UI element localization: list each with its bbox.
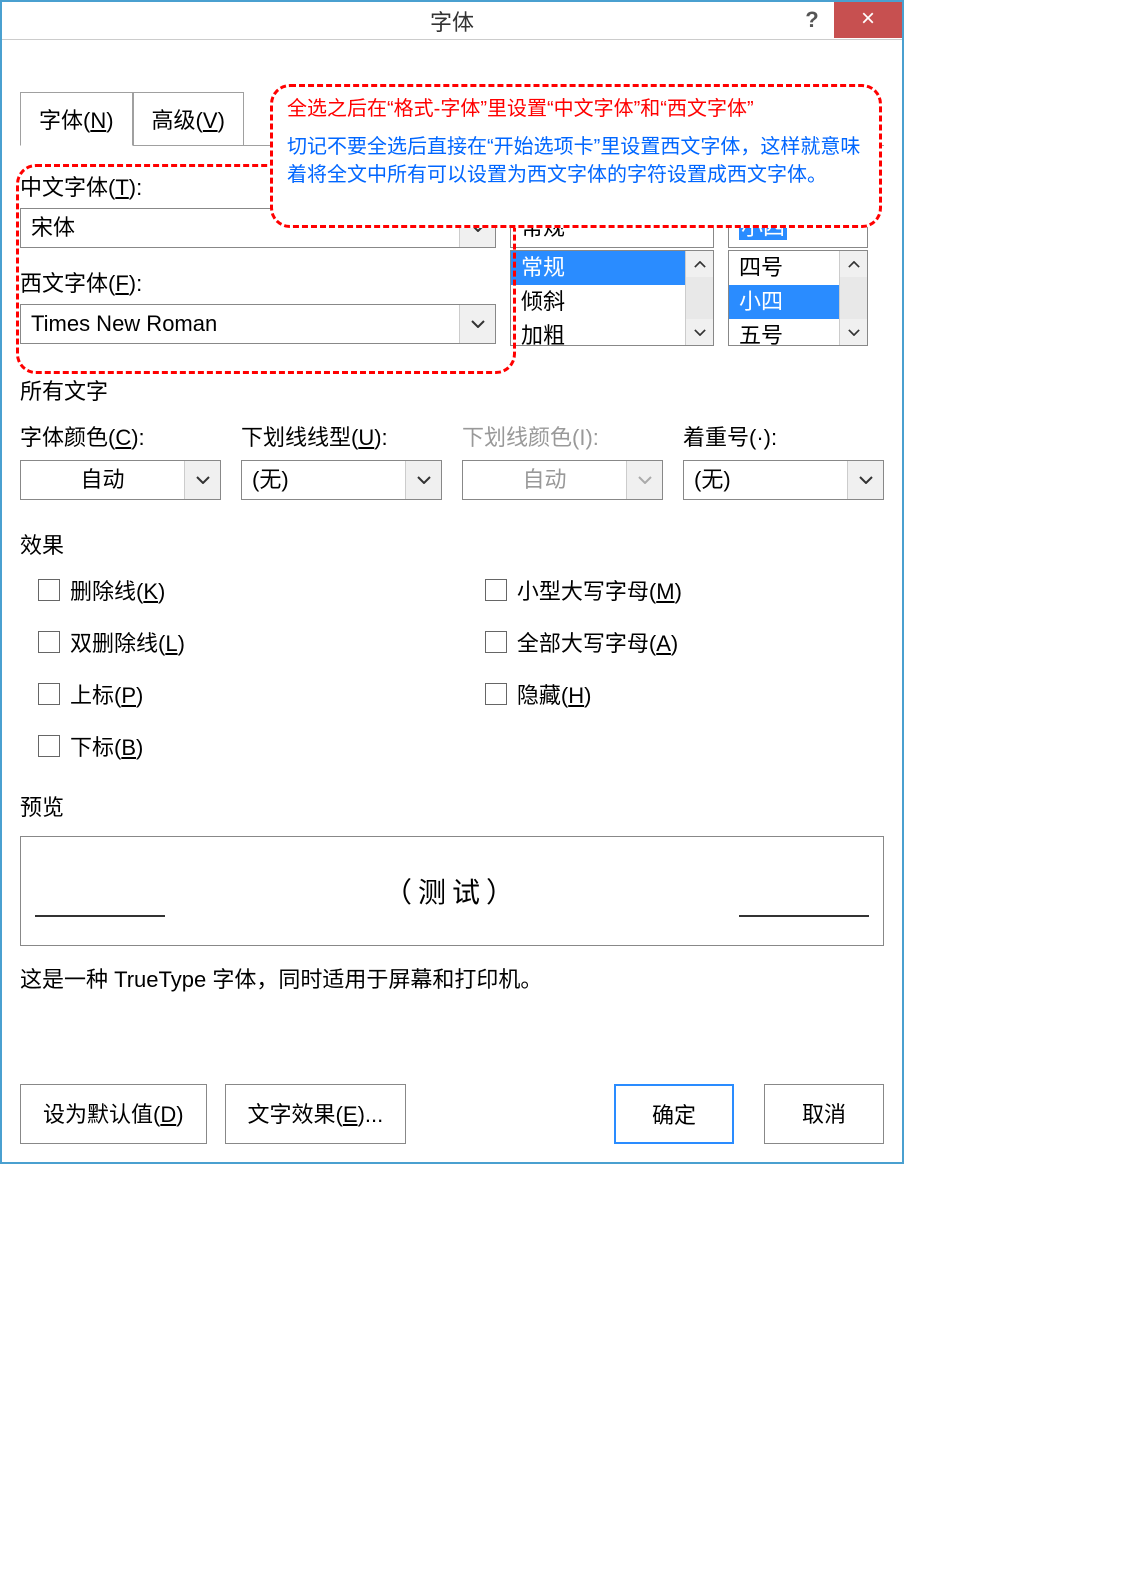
chevron-down-icon[interactable] — [184, 461, 220, 499]
ok-button[interactable]: 确定 — [614, 1084, 734, 1144]
preview-description: 这是一种 TrueType 字体，同时适用于屏幕和打印机。 — [20, 962, 884, 994]
list-item[interactable]: 四号 — [729, 251, 839, 285]
font-size-list[interactable]: 四号 小四 五号 — [728, 250, 868, 346]
checkbox-icon — [485, 579, 507, 601]
scrollbar[interactable] — [685, 251, 713, 345]
button-row: 设为默认值(D) 文字效果(E)... 确定 取消 — [20, 1084, 884, 1144]
all-text-heading: 所有文字 — [20, 374, 884, 406]
list-item[interactable]: 加粗 — [511, 319, 685, 345]
help-icon[interactable]: ? — [794, 2, 830, 38]
subscript-checkbox[interactable]: 下标(B) — [38, 730, 185, 762]
cancel-button[interactable]: 取消 — [764, 1084, 884, 1144]
effects-heading: 效果 — [20, 528, 884, 560]
tab-advanced[interactable]: 高级(V) — [133, 92, 244, 145]
western-font-label: 西文字体(F): — [20, 266, 496, 298]
window-title: 字体 — [430, 5, 474, 37]
set-default-button[interactable]: 设为默认值(D) — [20, 1084, 207, 1144]
font-style-list[interactable]: 常规 倾斜 加粗 — [510, 250, 714, 346]
titlebar: 字体 ? × — [2, 2, 902, 40]
underline-color-label: 下划线颜色(I): — [462, 420, 663, 452]
superscript-checkbox[interactable]: 上标(P) — [38, 678, 185, 710]
preview-heading: 预览 — [20, 790, 884, 822]
checkbox-icon — [38, 579, 60, 601]
annotation-callout: 全选之后在“格式-字体”里设置“中文字体”和“西文字体” 切记不要全选后直接在“… — [270, 84, 882, 228]
preview-rule-left — [35, 915, 165, 917]
chevron-down-icon[interactable] — [405, 461, 441, 499]
chevron-down-icon[interactable] — [686, 319, 713, 345]
list-item[interactable]: 五号 — [729, 319, 839, 345]
chevron-down-icon[interactable] — [459, 305, 495, 343]
dialog-body: 全选之后在“格式-字体”里设置“中文字体”和“西文字体” 切记不要全选后直接在“… — [2, 40, 902, 1162]
checkbox-icon — [485, 683, 507, 705]
checkbox-icon — [38, 735, 60, 757]
list-item[interactable]: 常规 — [511, 251, 685, 285]
font-color-label: 字体颜色(C): — [20, 420, 221, 452]
hidden-checkbox[interactable]: 隐藏(H) — [485, 678, 682, 710]
chevron-down-icon[interactable] — [847, 461, 883, 499]
underline-style-combo[interactable]: (无) — [241, 460, 442, 500]
list-item[interactable]: 倾斜 — [511, 285, 685, 319]
tab-font[interactable]: 字体(N) — [20, 92, 133, 146]
strikethrough-checkbox[interactable]: 删除线(K) — [38, 574, 185, 606]
western-font-value[interactable]: Times New Roman — [21, 305, 459, 343]
all-text-row: 字体颜色(C): 自动 下划线线型(U): (无) 下划线颜色(I): — [20, 420, 884, 500]
chevron-down-icon — [626, 461, 662, 499]
effects-grid: 删除线(K) 双删除线(L) 上标(P) 下标(B) 小型大 — [20, 574, 884, 762]
allcaps-checkbox[interactable]: 全部大写字母(A) — [485, 626, 682, 658]
chevron-down-icon[interactable] — [840, 319, 867, 345]
checkbox-icon — [485, 631, 507, 653]
underline-style-label: 下划线线型(U): — [241, 420, 442, 452]
font-color-combo[interactable]: 自动 — [20, 460, 221, 500]
preview-box: （测试） — [20, 836, 884, 946]
preview-text: （测试） — [384, 871, 520, 911]
text-effects-button[interactable]: 文字效果(E)... — [225, 1084, 407, 1144]
font-dialog: 字体 ? × 全选之后在“格式-字体”里设置“中文字体”和“西文字体” 切记不要… — [0, 0, 904, 1164]
annotation-line1: 全选之后在“格式-字体”里设置“中文字体”和“西文字体” — [287, 95, 865, 123]
chevron-up-icon[interactable] — [686, 251, 713, 277]
emphasis-combo[interactable]: (无) — [683, 460, 884, 500]
chevron-up-icon[interactable] — [840, 251, 867, 277]
close-icon[interactable]: × — [834, 2, 902, 38]
double-strikethrough-checkbox[interactable]: 双删除线(L) — [38, 626, 185, 658]
scrollbar[interactable] — [839, 251, 867, 345]
preview-rule-right — [739, 915, 869, 917]
checkbox-icon — [38, 631, 60, 653]
list-item[interactable]: 小四 — [729, 285, 839, 319]
checkbox-icon — [38, 683, 60, 705]
underline-color-combo: 自动 — [462, 460, 663, 500]
emphasis-label: 着重号(·): — [683, 420, 884, 452]
western-font-combo[interactable]: Times New Roman — [20, 304, 496, 344]
smallcaps-checkbox[interactable]: 小型大写字母(M) — [485, 574, 682, 606]
annotation-line2: 切记不要全选后直接在“开始选项卡”里设置西文字体，这样就意味着将全文中所有可以设… — [287, 133, 865, 189]
